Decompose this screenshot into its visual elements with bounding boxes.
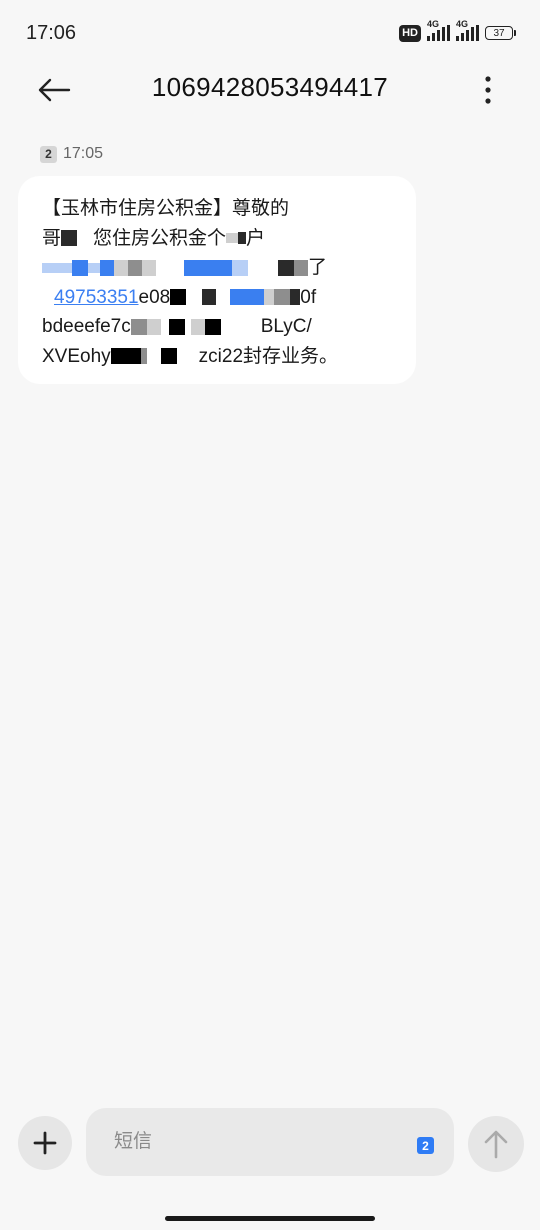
message-line-6: XVEohy zci22封存业务。 xyxy=(42,342,394,372)
status-bar: 17:06 HD 4G 4G 37 xyxy=(0,0,540,62)
message-text: 哥 xyxy=(42,227,62,249)
signal-sim1-icon: 4G xyxy=(427,19,450,41)
message-line-3: 了 xyxy=(42,253,394,283)
conversation-header: 1069428053494417 xyxy=(0,62,540,118)
more-vertical-icon xyxy=(485,76,491,104)
message-link[interactable]: 49753351 xyxy=(54,287,139,308)
message-line-5: bdeeefe7c BLyC/ xyxy=(42,312,394,342)
message-meta: 2 17:05 xyxy=(40,145,103,163)
battery-icon: 37 xyxy=(485,26,516,40)
message-text: e08 xyxy=(138,286,171,308)
message-text: BLyC/ xyxy=(260,316,312,337)
message-text: 您住房公积金个 xyxy=(93,227,227,249)
message-line-1: 【玉林市住房公积金】尊敬的 xyxy=(42,194,394,224)
add-attachment-button[interactable] xyxy=(18,1116,72,1170)
status-time: 17:06 xyxy=(26,22,77,44)
message-text: zci22封存业务。 xyxy=(198,345,339,367)
message-text: 了 xyxy=(308,257,328,278)
plus-icon xyxy=(33,1131,57,1155)
home-indicator[interactable] xyxy=(165,1216,375,1221)
message-text: 户 xyxy=(246,227,266,249)
battery-level: 37 xyxy=(485,26,513,40)
sim1-network-label: 4G xyxy=(427,19,440,29)
more-options-button[interactable] xyxy=(470,70,506,110)
contact-title: 1069428053494417 xyxy=(151,72,389,102)
arrow-up-icon xyxy=(484,1130,508,1159)
message-text: 0f xyxy=(300,286,317,308)
message-line-2: 哥 您住房公积金个户 xyxy=(42,224,394,254)
message-line-4: 49753351e08 0f xyxy=(42,283,394,313)
signal-sim2-icon: 4G xyxy=(456,19,479,41)
message-text: bdeeefe7c xyxy=(42,316,131,337)
message-time: 17:05 xyxy=(63,145,104,162)
sim-slot-badge: 2 xyxy=(40,145,57,163)
send-button[interactable] xyxy=(468,1116,524,1172)
message-bubble[interactable]: 【玉林市住房公积金】尊敬的 哥您住房公积金个户 了 49753351e08 0f … xyxy=(18,176,416,384)
message-composer xyxy=(0,1104,540,1184)
message-text: 【玉林市住房公积金】尊敬的 xyxy=(42,198,290,219)
message-text: XVEohy xyxy=(42,345,111,367)
sim-select-badge[interactable]: 2 xyxy=(417,1137,434,1154)
sim2-network-label: 4G xyxy=(456,19,469,29)
message-input[interactable] xyxy=(86,1108,454,1176)
status-indicators: HD 4G 4G 37 xyxy=(399,19,516,44)
hd-voice-badge: HD xyxy=(399,24,421,42)
